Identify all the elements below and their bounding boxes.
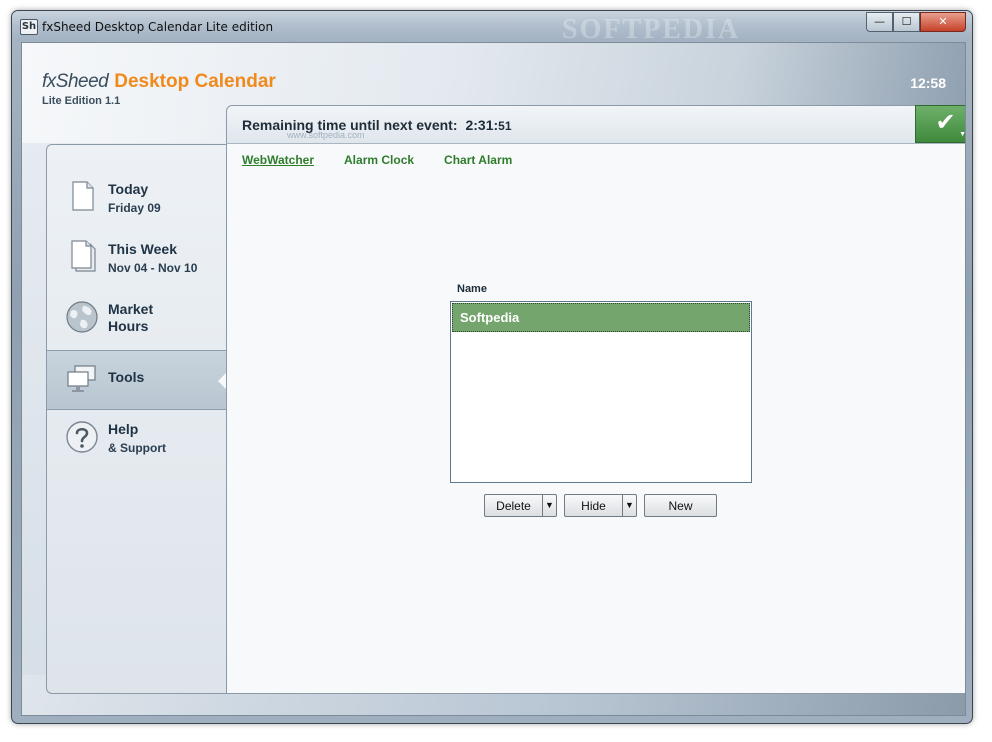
tools-panel: WebWatcher Alarm Clock Chart Alarm Name …	[226, 143, 965, 694]
remaining-time-value: 2:31:	[465, 117, 499, 133]
minimize-button[interactable]: —	[866, 12, 893, 32]
sidebar-item-title: Help	[108, 421, 139, 437]
close-button[interactable]: ✕	[920, 12, 966, 32]
sidebar-item-tools[interactable]: Tools	[47, 350, 228, 410]
remaining-time-bar: Remaining time until next event: 2:31:51 …	[226, 105, 916, 143]
clock: 12:58	[910, 75, 946, 91]
delete-button-label: Delete	[496, 498, 531, 513]
sidebar-item-title: Tools	[108, 369, 145, 385]
sidebar-item-today[interactable]: Today Friday 09	[47, 171, 227, 231]
hide-button[interactable]: Hide ▼	[564, 494, 637, 517]
confirm-button[interactable]: ✔ ▼	[915, 105, 965, 143]
window-title: fxSheed Desktop Calendar Lite edition	[42, 20, 274, 34]
computers-icon	[67, 365, 96, 392]
list-actions: Delete ▼ Hide ▼ New	[484, 494, 717, 517]
logo-brand: fxSheed	[42, 71, 109, 92]
sidebar: Today Friday 09 This Week Nov 04 - Nov 1…	[46, 144, 228, 694]
new-button[interactable]: New	[644, 494, 717, 517]
list-column-header: Name	[457, 283, 487, 295]
app-window: Sh fxSheed Desktop Calendar Lite edition…	[11, 10, 973, 724]
delete-button[interactable]: Delete ▼	[484, 494, 557, 517]
tab-chart-alarm[interactable]: Chart Alarm	[444, 153, 512, 167]
sidebar-item-help[interactable]: Help & Support	[47, 411, 227, 471]
sidebar-item-market-hours[interactable]: Market Hours	[47, 291, 227, 351]
sidebar-item-title: Today	[108, 181, 149, 197]
new-button-label: New	[668, 498, 693, 513]
hide-button-label: Hide	[581, 498, 606, 513]
sidebar-item-subtitle: Hours	[108, 318, 149, 334]
sidebar-item-subtitle: Nov 04 - Nov 10	[108, 261, 198, 275]
maximize-button[interactable]: ☐	[893, 12, 920, 32]
title-bar[interactable]: Sh fxSheed Desktop Calendar Lite edition…	[12, 11, 972, 45]
question-icon	[66, 421, 98, 453]
document-icon	[72, 181, 94, 211]
check-icon: ✔	[935, 109, 956, 136]
tab-webwatcher[interactable]: WebWatcher	[242, 153, 314, 167]
sidebar-item-title: This Week	[108, 241, 177, 257]
tools-tabs: WebWatcher Alarm Clock Chart Alarm	[242, 153, 512, 167]
window-controls: — ☐ ✕	[866, 12, 966, 32]
sidebar-item-subtitle: & Support	[108, 441, 166, 455]
sidebar-item-this-week[interactable]: This Week Nov 04 - Nov 10	[47, 231, 227, 291]
document-stack-icon	[71, 240, 96, 272]
delete-dropdown-arrow[interactable]: ▼	[542, 495, 556, 516]
list-item[interactable]: Softpedia	[452, 303, 750, 332]
remaining-time-seconds: 51	[498, 119, 512, 133]
app-icon: Sh	[20, 19, 38, 35]
app-logo: fxSheed Desktop Calendar	[42, 71, 276, 93]
edition-label: Lite Edition 1.1	[42, 95, 121, 107]
webwatcher-list[interactable]: Softpedia	[450, 301, 752, 483]
remaining-time: Remaining time until next event: 2:31:51	[242, 117, 512, 133]
hide-dropdown-arrow[interactable]: ▼	[622, 495, 636, 516]
globe-icon	[66, 301, 98, 333]
caret-down-icon[interactable]: ▼	[959, 131, 965, 138]
sidebar-item-title: Market	[108, 301, 154, 317]
client-area: fxSheed Desktop Calendar Lite Edition 1.1…	[21, 42, 966, 716]
sidebar-item-subtitle: Friday 09	[108, 201, 161, 215]
url-watermark: www.softpedia.com	[287, 130, 365, 140]
logo-product: Desktop Calendar	[114, 71, 276, 92]
tab-alarm-clock[interactable]: Alarm Clock	[344, 153, 414, 167]
